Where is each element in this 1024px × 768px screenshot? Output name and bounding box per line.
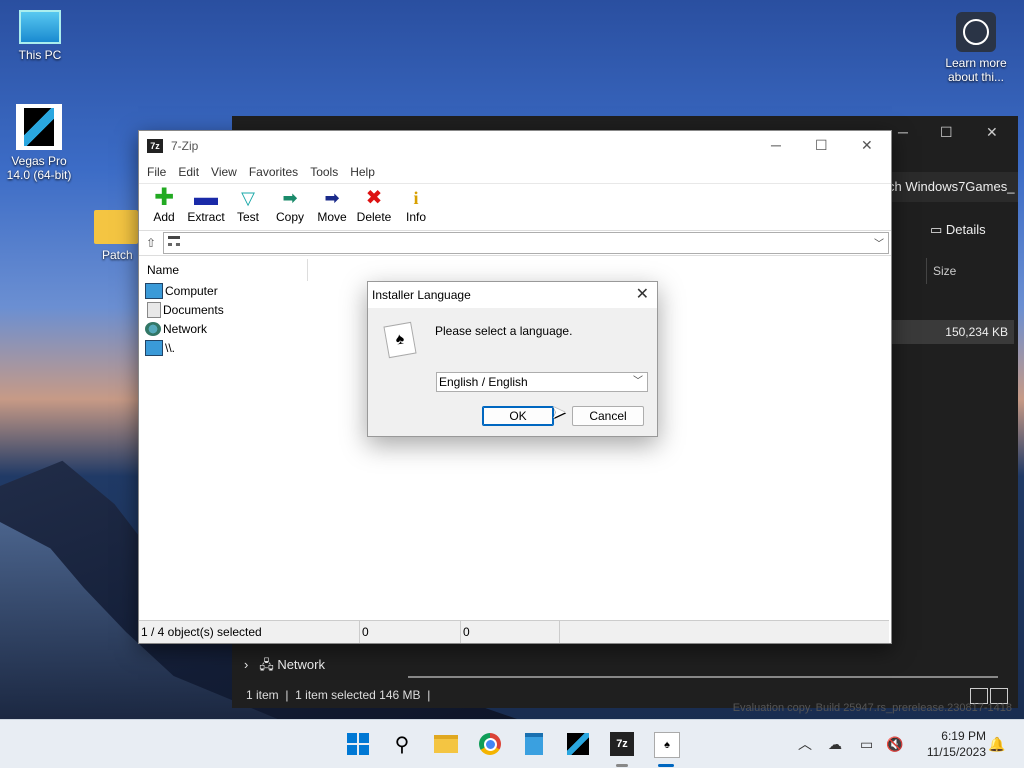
sevenzip-titlebar[interactable]: 7z 7-Zip ─ ☐ ✕ bbox=[139, 131, 891, 161]
menu-bar: File Edit View Favorites Tools Help bbox=[139, 161, 891, 183]
details-pane-icon: ▭ bbox=[930, 222, 946, 237]
clock-date: 11/15/2023 bbox=[926, 745, 986, 759]
status-packed: 0 bbox=[461, 621, 560, 643]
menu-file[interactable]: File bbox=[141, 161, 172, 183]
start-windows-icon[interactable] bbox=[346, 732, 370, 756]
documents-icon bbox=[147, 301, 161, 318]
move-arrow-icon: ➡ bbox=[324, 188, 340, 208]
dialog-title: Installer Language bbox=[368, 282, 657, 308]
address-row: ⇧ ﹀ bbox=[139, 230, 891, 256]
dialog-message: Please select a language. bbox=[435, 324, 573, 338]
folder-icon bbox=[94, 210, 138, 244]
copy-arrow-icon: ➡ bbox=[282, 188, 298, 208]
address-combobox[interactable]: ﹀ bbox=[163, 232, 889, 254]
desktop-icon-learn-more[interactable]: Learn more about thi... bbox=[938, 12, 1014, 84]
network-icon bbox=[145, 321, 161, 336]
installer-card-icon: ♠ bbox=[383, 321, 417, 359]
computer-icon bbox=[145, 282, 163, 299]
maximize-icon[interactable]: ☐ bbox=[815, 137, 828, 154]
evaluation-watermark: Evaluation copy. Build 25947.rs_prerelea… bbox=[732, 702, 1012, 714]
drive-icon bbox=[145, 339, 163, 356]
desktop-icon-label: Vegas Pro 14.0 (64-bit) bbox=[6, 154, 72, 182]
delete-button[interactable]: ✖ Delete bbox=[353, 184, 395, 230]
active-indicator bbox=[658, 764, 674, 767]
add-button[interactable]: ✚ Add bbox=[143, 184, 185, 230]
status-selected: 1 / 4 object(s) selected bbox=[139, 621, 360, 643]
learn-more-icon bbox=[956, 12, 996, 52]
computer-small-icon bbox=[168, 236, 180, 246]
menu-tools[interactable]: Tools bbox=[304, 161, 344, 183]
network-icon: 🖧 bbox=[259, 657, 274, 672]
notepad-icon[interactable] bbox=[522, 732, 546, 756]
minimize-icon[interactable]: ─ bbox=[898, 124, 908, 140]
maximize-icon[interactable]: ☐ bbox=[940, 124, 953, 141]
column-header-name[interactable]: Name bbox=[139, 259, 308, 281]
ok-button[interactable]: OK bbox=[482, 406, 554, 426]
cancel-button[interactable]: Cancel bbox=[572, 406, 644, 426]
toolbar: ✚ Add ▬ Extract ▽ Test ➡ Copy ➡ Move ✖ D… bbox=[139, 183, 891, 230]
extract-button[interactable]: ▬ Extract bbox=[185, 184, 227, 230]
notification-bell-icon[interactable]: 🔔 bbox=[988, 720, 1005, 768]
menu-view[interactable]: View bbox=[205, 161, 243, 183]
chevron-down-icon: ﹀ bbox=[633, 376, 643, 387]
clock-time: 6:19 PM bbox=[941, 729, 986, 743]
x-icon: ✖ bbox=[365, 187, 383, 209]
column-header-size[interactable]: Size bbox=[926, 258, 1019, 284]
search-icon[interactable]: ⚲ bbox=[390, 732, 414, 756]
desktop-icon-label: This PC bbox=[18, 48, 62, 62]
running-indicator bbox=[616, 764, 628, 767]
details-button[interactable]: ▭ Details bbox=[930, 222, 986, 238]
move-button[interactable]: ➡ Move bbox=[311, 184, 353, 230]
menu-favorites[interactable]: Favorites bbox=[243, 161, 304, 183]
onedrive-offline-icon[interactable]: ☁ bbox=[828, 720, 842, 768]
menu-edit[interactable]: Edit bbox=[172, 161, 205, 183]
chevron-down-icon[interactable]: ﹀ bbox=[874, 235, 884, 250]
language-select[interactable]: English / English ﹀ bbox=[436, 372, 648, 392]
status-size: 0 bbox=[360, 621, 461, 643]
check-icon: ▽ bbox=[241, 188, 255, 208]
show-hidden-icons-chevron-icon[interactable]: ︿ bbox=[798, 720, 812, 768]
desktop-icon-vegas-pro[interactable]: Vegas Pro 14.0 (64-bit) bbox=[1, 104, 77, 182]
taskbar: ⚲ 7z ♠ ︿ ☁ ▭ 🔇 6:19 PM 11/15/2023 🔔 bbox=[0, 719, 1024, 768]
status-bar: 1 / 4 object(s) selected 0 0 bbox=[139, 620, 889, 643]
sevenzip-app-icon: 7z bbox=[147, 139, 163, 153]
close-icon[interactable]: ✕ bbox=[636, 284, 649, 304]
desktop-icon-this-pc[interactable]: This PC bbox=[2, 10, 78, 62]
info-button[interactable]: i Info bbox=[395, 184, 437, 230]
chrome-icon[interactable] bbox=[478, 732, 502, 756]
explorer-status-bar: 1 item | 1 item selected 146 MB | bbox=[246, 688, 431, 702]
system-clock[interactable]: 6:19 PM 11/15/2023 bbox=[927, 728, 986, 760]
breadcrumb[interactable]: ch Windows7Games_ bbox=[888, 172, 1018, 202]
close-icon[interactable]: ✕ bbox=[986, 124, 998, 141]
horizontal-scrollbar[interactable] bbox=[408, 676, 998, 678]
installer-language-dialog[interactable]: Installer Language ✕ ♠ Please select a l… bbox=[367, 281, 658, 437]
close-icon[interactable]: ✕ bbox=[861, 137, 873, 154]
mouse-cursor-icon: ➤ bbox=[551, 402, 567, 422]
file-size-cell[interactable]: 150,234 KB bbox=[888, 320, 1014, 344]
copy-button[interactable]: ➡ Copy bbox=[269, 184, 311, 230]
info-icon: i bbox=[413, 188, 419, 208]
minimize-icon[interactable]: ─ bbox=[771, 137, 781, 153]
window-title: 7-Zip bbox=[171, 139, 199, 153]
vegas-taskbar-icon[interactable] bbox=[566, 732, 590, 756]
plus-icon: ✚ bbox=[153, 184, 175, 211]
chevron-right-icon[interactable]: › bbox=[244, 657, 248, 672]
sevenzip-taskbar-icon[interactable]: 7z bbox=[610, 732, 634, 756]
test-button[interactable]: ▽ Test bbox=[227, 184, 269, 230]
minus-icon: ▬ bbox=[194, 184, 218, 211]
up-folder-icon[interactable]: ⇧ bbox=[139, 236, 163, 250]
network-tray-icon[interactable]: ▭ bbox=[860, 720, 873, 768]
desktop-icon-label: Learn more about thi... bbox=[945, 56, 1007, 84]
file-explorer-icon[interactable] bbox=[434, 732, 458, 756]
monitor-icon bbox=[19, 10, 61, 44]
volume-muted-icon[interactable]: 🔇 bbox=[886, 720, 903, 768]
nav-item-network[interactable]: › 🖧 Network bbox=[244, 656, 325, 678]
installer-taskbar-icon[interactable]: ♠ bbox=[654, 732, 680, 758]
vegas-logo-icon bbox=[16, 104, 62, 150]
menu-help[interactable]: Help bbox=[344, 161, 381, 183]
